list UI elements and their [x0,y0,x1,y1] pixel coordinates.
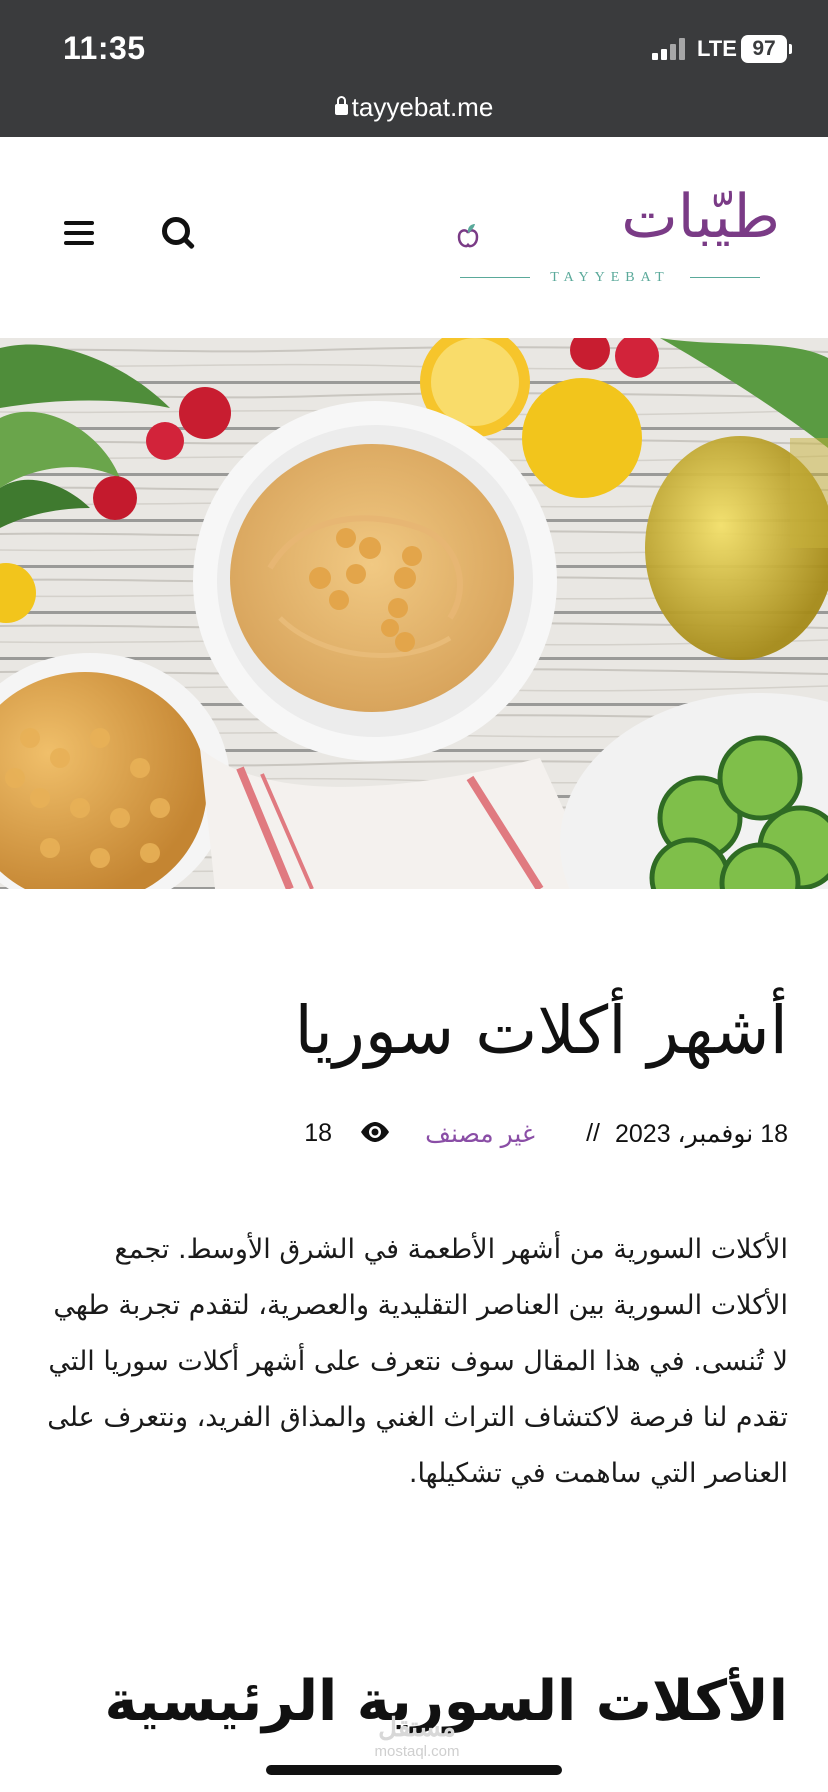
status-time: 11:35 [63,30,146,66]
home-indicator[interactable] [266,1765,562,1775]
article-meta: 18 نوفمبر، 2023 // غير مصنف 18 [40,1115,788,1155]
search-icon[interactable] [162,217,196,251]
site-header: طيّبات TAYYEBAT [0,137,828,338]
watermark-en: mostaql.com [374,1743,460,1760]
hero-image [0,338,828,889]
watermark: مستقل mostaql.com [362,1712,472,1760]
site-logo[interactable]: طيّبات TAYYEBAT [440,177,780,287]
meta-separator: // [586,1119,600,1147]
eye-icon [361,1122,389,1142]
battery-icon: 97 [741,35,787,63]
apple-leaf-icon [457,224,479,248]
battery-tip [789,44,792,54]
category-link[interactable]: غير مصنف [425,1119,535,1149]
logo-arabic: طيّبات [621,182,780,252]
views-count: 18 [304,1119,332,1147]
status-bar: 11:35 LTE 97 tayyebat.me [0,0,828,137]
network-label: LTE [697,36,737,61]
watermark-ar: مستقل [378,1712,456,1742]
hamburger-menu-icon[interactable] [64,221,94,245]
signal-icon [652,38,688,60]
address-bar[interactable]: tayyebat.me [0,92,828,123]
article-title: أشهر أكلات سوريا [294,992,788,1069]
article-intro: الأكلات السورية من أشهر الأطعمة في الشرق… [47,1234,788,1489]
post-date: 18 نوفمبر، 2023 [614,1120,788,1148]
logo-english: TAYYEBAT [550,270,670,285]
lock-icon [334,96,348,115]
url-text: tayyebat.me [351,92,494,122]
hummus-photo [0,338,828,889]
